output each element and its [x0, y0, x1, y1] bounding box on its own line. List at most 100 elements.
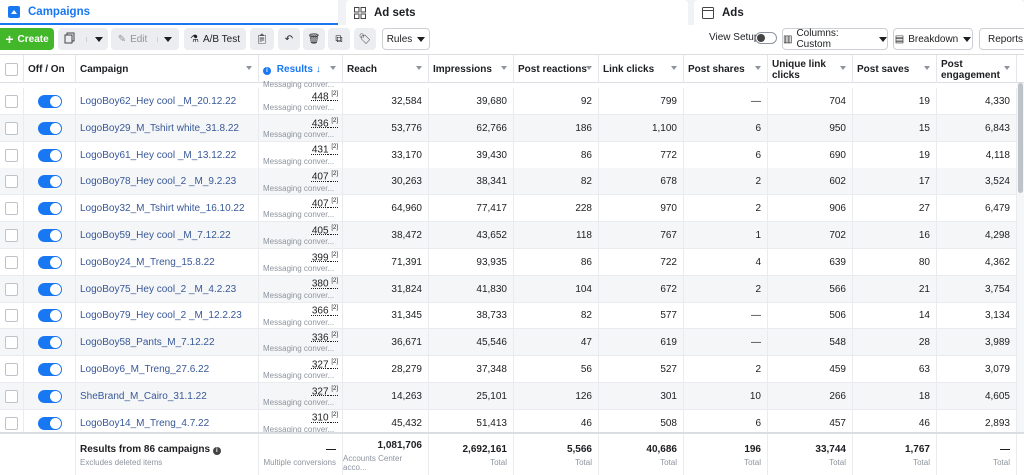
row-checkbox[interactable] — [5, 229, 18, 242]
columns-dropdown[interactable]: ▥ Columns: Custom — [782, 28, 888, 50]
reactions-cell: 56 — [514, 356, 599, 383]
results-value[interactable]: 436 [2] — [312, 118, 338, 129]
row-checkbox[interactable] — [5, 148, 18, 162]
campaign-toggle[interactable] — [37, 229, 62, 242]
info-icon[interactable]: i — [212, 447, 221, 455]
undo-button[interactable]: ↶ — [278, 28, 300, 50]
clipboard-button[interactable]: 📋︎ — [250, 28, 274, 50]
saves-cell: 28 — [853, 329, 937, 357]
campaign-toggle[interactable] — [37, 202, 62, 216]
row-checkbox[interactable] — [5, 416, 18, 430]
campaign-name-link[interactable]: LogoBoy61_Hey cool _M_13.12.22 — [80, 150, 236, 161]
campaign-toggle[interactable] — [37, 363, 62, 376]
header-results[interactable]: i Results ↓ — [259, 55, 343, 83]
header-onoff[interactable]: Off / On — [24, 55, 76, 83]
tab-ads[interactable]: Ads — [694, 0, 1024, 25]
preview-button[interactable]: ⧉ — [328, 28, 350, 50]
header-post-reactions[interactable]: Post reactions — [514, 55, 599, 83]
row-checkbox[interactable] — [5, 336, 18, 350]
campaign-name-link[interactable]: LogoBoy59_Hey cool _M_7.12.22 — [80, 230, 231, 241]
results-value[interactable]: 366 [2] — [312, 305, 338, 316]
results-value[interactable]: 327 [2] — [312, 386, 338, 397]
campaign-name-link[interactable]: LogoBoy32_M_Tshirt white_16.10.22 — [80, 203, 245, 214]
table-row[interactable]: LogoBoy62_Hey cool _M_20.12.22 448 [2] Mes… — [0, 88, 1024, 115]
duplicate-dropdown[interactable] — [85, 36, 103, 42]
campaign-toggle[interactable] — [37, 389, 62, 403]
breakdown-dropdown[interactable]: ▤ Breakdown — [893, 28, 973, 50]
results-value[interactable]: 327 [2] — [312, 359, 338, 370]
view-setup-toggle[interactable] — [755, 32, 777, 44]
header-impressions[interactable]: Impressions — [429, 55, 514, 83]
scrollbar-thumb[interactable] — [1018, 83, 1023, 193]
delete-button[interactable]: 🗑︎ — [303, 28, 325, 50]
results-value[interactable]: 448 [2] — [312, 91, 338, 102]
header-post-engagement[interactable]: Post engagement — [937, 55, 1017, 83]
tab-campaigns[interactable]: Campaigns — [0, 0, 338, 25]
create-button[interactable]: + Create — [0, 28, 54, 50]
row-checkbox[interactable] — [5, 363, 18, 376]
campaign-name-link[interactable]: LogoBoy14_M_Treng_4.7.22 — [80, 418, 209, 429]
table-row[interactable]: LogoBoy6_M_Treng_27.6.22 327 [2] Messaging… — [0, 356, 1024, 383]
table-row[interactable]: LogoBoy75_Hey cool_2 _M_4.2.23 380 [2] Mes… — [0, 275, 1024, 303]
campaign-name-link[interactable]: SheBrand_M_Cairo_31.1.22 — [80, 391, 207, 402]
campaign-name-link[interactable]: LogoBoy79_Hey cool_2 _M_12.2.23 — [80, 310, 242, 321]
campaign-name-link[interactable]: LogoBoy29_M_Tshirt white_31.8.22 — [80, 123, 239, 134]
table-row[interactable]: LogoBoy24_M_Treng_15.8.22 399 [2] Messagin… — [0, 248, 1024, 276]
results-value[interactable]: 380 [2] — [312, 278, 338, 289]
campaign-name-link[interactable]: LogoBoy58_Pants_M_7.12.22 — [80, 337, 215, 348]
row-checkbox[interactable] — [5, 309, 18, 323]
campaign-toggle[interactable] — [37, 121, 62, 135]
row-checkbox[interactable] — [5, 121, 18, 135]
edit-button[interactable]: ✎ Edit — [111, 28, 179, 50]
tab-adsets[interactable]: Ad sets — [346, 0, 688, 25]
header-link-clicks[interactable]: Link clicks — [599, 55, 684, 83]
campaign-toggle[interactable] — [37, 309, 62, 323]
campaign-toggle[interactable] — [37, 148, 62, 162]
campaign-name-link[interactable]: LogoBoy78_Hey cool_2 _M_9.2.23 — [80, 176, 236, 187]
campaign-toggle[interactable] — [37, 282, 62, 296]
table-row[interactable]: LogoBoy61_Hey cool _M_13.12.22 431 [2] Mes… — [0, 141, 1024, 169]
row-checkbox[interactable] — [5, 202, 18, 216]
row-checkbox[interactable] — [5, 175, 18, 189]
header-unique-link-clicks[interactable]: Unique link clicks — [768, 55, 853, 83]
results-value[interactable]: 405 [2] — [312, 225, 338, 236]
results-value[interactable]: 399 [2] — [312, 252, 338, 263]
ab-test-button[interactable]: ⚗ A/B Test — [184, 28, 246, 50]
row-checkbox[interactable] — [5, 389, 18, 403]
header-post-shares[interactable]: Post shares — [684, 55, 768, 83]
results-value[interactable]: 407 [2] — [312, 198, 338, 209]
campaign-toggle[interactable] — [37, 336, 62, 350]
table-row[interactable]: LogoBoy32_M_Tshirt white_16.10.22 407 [2]… — [0, 195, 1024, 223]
header-campaign[interactable]: Campaign — [76, 55, 259, 83]
table-row[interactable]: LogoBoy78_Hey cool_2 _M_9.2.23 407 [2] Mes… — [0, 168, 1024, 196]
results-value[interactable]: 407 [2] — [312, 171, 338, 182]
vertical-scrollbar[interactable] — [1017, 83, 1024, 432]
campaign-toggle[interactable] — [37, 175, 62, 189]
select-all-checkbox[interactable] — [5, 62, 18, 76]
campaign-name-link[interactable]: LogoBoy62_Hey cool _M_20.12.22 — [80, 96, 236, 107]
table-row[interactable]: LogoBoy79_Hey cool_2 _M_12.2.23 366 [2] Me… — [0, 302, 1024, 330]
reports-dropdown[interactable]: Reports — [979, 28, 1024, 50]
header-post-saves[interactable]: Post saves — [853, 55, 937, 83]
table-row[interactable]: LogoBoy29_M_Tshirt white_31.8.22 436 [2] M… — [0, 114, 1024, 142]
campaign-toggle[interactable] — [37, 255, 62, 269]
table-row[interactable]: SheBrand_M_Cairo_31.1.22 327 [2] Messaging… — [0, 382, 1024, 410]
campaign-name-link[interactable]: LogoBoy6_M_Treng_27.6.22 — [80, 364, 209, 375]
campaign-name-link[interactable]: LogoBoy75_Hey cool_2 _M_4.2.23 — [80, 284, 236, 295]
campaign-name-link[interactable]: LogoBoy24_M_Treng_15.8.22 — [80, 257, 215, 268]
results-value[interactable]: 310 [2] — [312, 412, 338, 423]
edit-dropdown[interactable] — [157, 36, 173, 42]
row-checkbox[interactable] — [5, 282, 18, 296]
row-checkbox[interactable] — [5, 95, 18, 108]
duplicate-button[interactable] — [58, 28, 108, 50]
results-value[interactable]: 431 [2] — [312, 144, 338, 155]
rules-dropdown[interactable]: Rules — [382, 28, 430, 50]
table-row[interactable]: LogoBoy59_Hey cool _M_7.12.22 405 [2] Mess… — [0, 222, 1024, 249]
table-row[interactable]: LogoBoy58_Pants_M_7.12.22 336 [2] Messagin… — [0, 329, 1024, 357]
row-checkbox[interactable] — [5, 255, 18, 269]
header-reach[interactable]: Reach — [343, 55, 429, 83]
campaign-toggle[interactable] — [37, 416, 62, 430]
tag-button[interactable]: 🏷︎ — [354, 28, 376, 50]
campaign-toggle[interactable] — [37, 95, 62, 108]
results-value[interactable]: 336 [2] — [312, 332, 338, 343]
